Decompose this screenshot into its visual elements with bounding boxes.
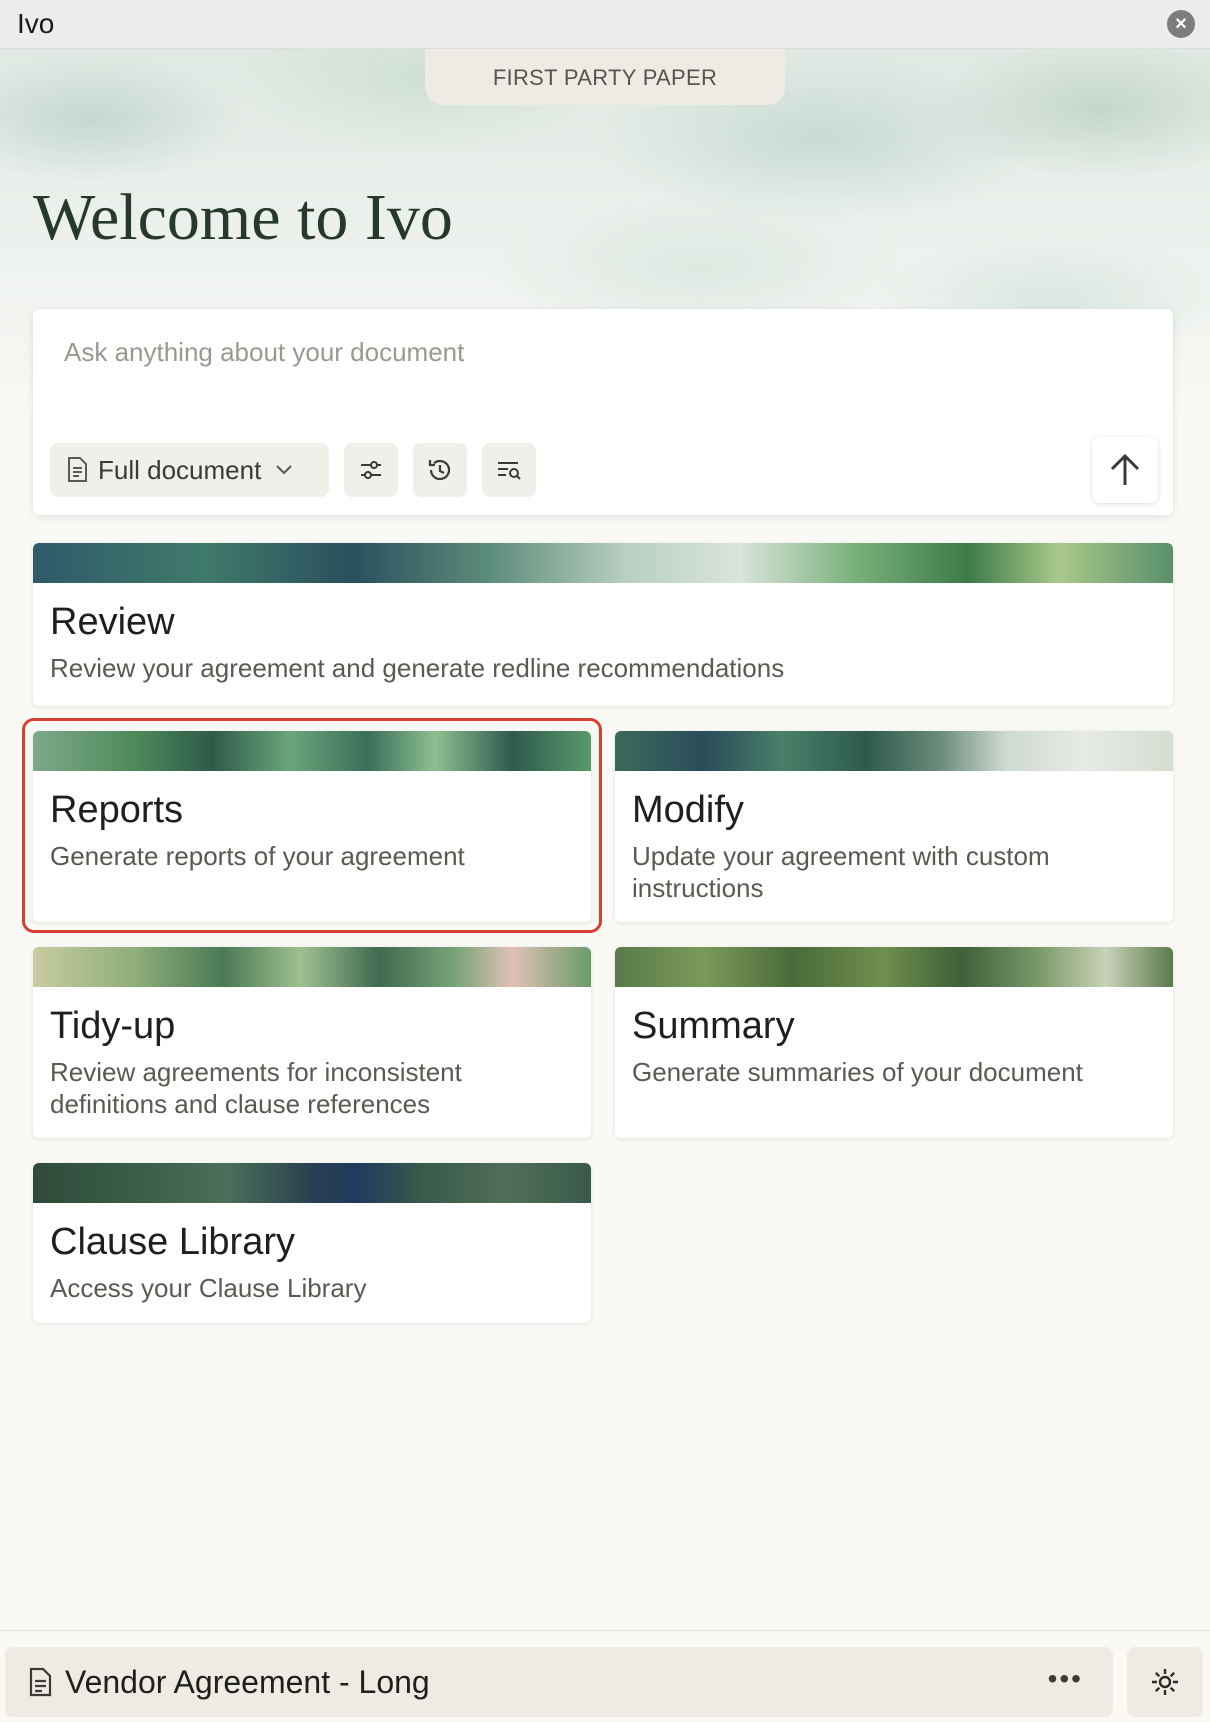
card-description: Review agreements for inconsistent defin…	[50, 1057, 462, 1119]
gear-icon	[1152, 1669, 1178, 1695]
document-name: Vendor Agreement - Long	[65, 1663, 430, 1700]
current-document[interactable]: Vendor Agreement - Long •••	[5, 1647, 1113, 1717]
sliders-icon	[361, 461, 381, 479]
document-icon	[68, 457, 87, 482]
filter-button[interactable]	[344, 443, 398, 497]
modify-banner	[615, 731, 1173, 771]
history-button[interactable]	[413, 443, 467, 497]
modify-card[interactable]: Modify Update your agreement with custom…	[615, 731, 1173, 922]
scope-dropdown[interactable]: Full document	[50, 443, 329, 497]
reports-card[interactable]: Reports Generate reports of your agreeme…	[33, 731, 591, 922]
card-title: Clause Library	[50, 1221, 295, 1263]
chevron-down-icon	[276, 465, 293, 475]
card-title: Review	[50, 601, 175, 643]
reports-banner	[33, 731, 591, 771]
ask-input[interactable]	[64, 337, 1064, 368]
window-titlebar: Ivo ×	[0, 0, 1210, 49]
summary-banner	[615, 947, 1173, 987]
history-icon	[428, 459, 451, 481]
card-title: Summary	[632, 1005, 795, 1047]
card-description: Access your Clause Library	[50, 1273, 367, 1303]
card-title: Modify	[632, 789, 744, 831]
review-card[interactable]: Review Review your agreement and generat…	[33, 543, 1173, 706]
tidy-up-card[interactable]: Tidy-up Review agreements for inconsiste…	[33, 947, 591, 1138]
search-document-button[interactable]	[482, 443, 536, 497]
card-description: Generate reports of your agreement	[50, 841, 465, 871]
search-list-icon	[498, 462, 521, 480]
ask-panel: Full document	[33, 309, 1173, 515]
send-button[interactable]	[1092, 437, 1158, 503]
tidy-up-banner	[33, 947, 591, 987]
close-icon[interactable]: ×	[1167, 10, 1195, 38]
more-options-button[interactable]: •••	[1048, 1663, 1083, 1695]
card-description: Generate summaries of your document	[632, 1057, 1083, 1087]
app-title: Ivo	[17, 8, 55, 39]
summary-card[interactable]: Summary Generate summaries of your docum…	[615, 947, 1173, 1138]
footer-bar: Vendor Agreement - Long •••	[0, 1630, 1210, 1722]
settings-button[interactable]	[1127, 1647, 1203, 1717]
page-title: Welcome to Ivo	[33, 181, 453, 254]
review-banner	[33, 543, 1173, 583]
card-description: Update your agreement with custom instru…	[632, 841, 1050, 903]
card-title: Tidy-up	[50, 1005, 176, 1047]
card-title: Reports	[50, 789, 184, 831]
clause-library-banner	[33, 1163, 591, 1203]
arrow-up-icon	[1110, 453, 1140, 485]
document-icon	[29, 1667, 52, 1697]
paper-type-pill: FIRST PARTY PAPER	[425, 49, 785, 105]
scope-label: Full document	[98, 454, 262, 485]
clause-library-card[interactable]: Clause Library Access your Clause Librar…	[33, 1163, 591, 1323]
card-description: Review your agreement and generate redli…	[50, 653, 785, 683]
